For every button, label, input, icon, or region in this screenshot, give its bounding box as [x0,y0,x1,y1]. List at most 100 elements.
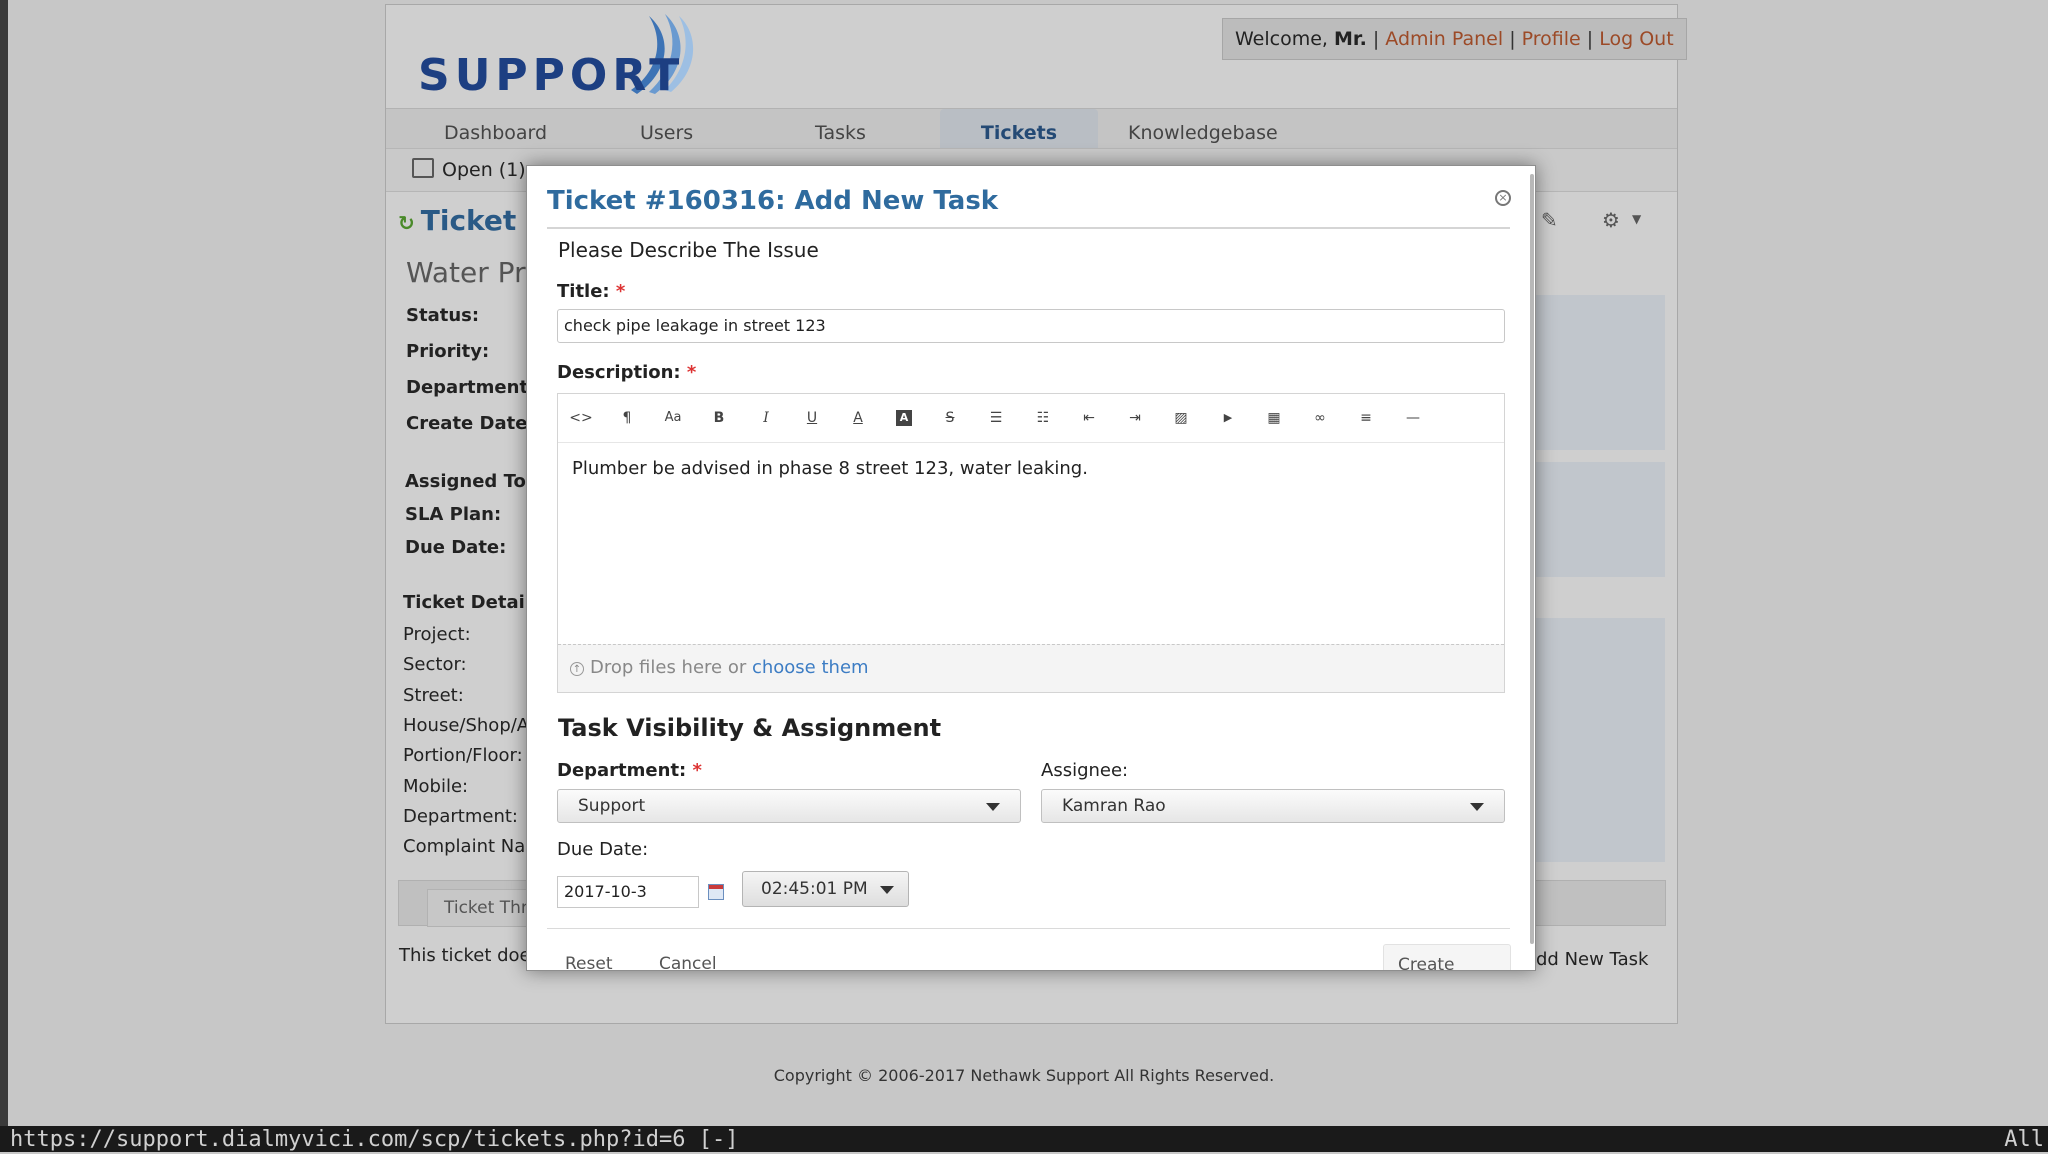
font-size-icon[interactable]: Aa [660,406,686,430]
tab-tickets[interactable]: Tickets [940,109,1098,149]
horizontal-rule-icon[interactable]: — [1400,406,1426,430]
editor-toolbar: <> ¶ Aa B I U A A S ☰ ☷ ⇤ ⇥ ▨ ▶ ▦ ∞ ≡ — [558,394,1504,443]
welcome-name: Mr. [1334,28,1367,50]
description-editor: <> ¶ Aa B I U A A S ☰ ☷ ⇤ ⇥ ▨ ▶ ▦ ∞ ≡ — … [557,393,1505,693]
due-date-label: Due Date: [405,537,507,558]
add-task-dialog: Ticket #160316: Add New Task × Please De… [526,165,1536,971]
gear-icon[interactable]: ⚙ [1602,208,1620,232]
link-icon[interactable]: ∞ [1307,406,1333,430]
cancel-button[interactable]: Cancel [645,944,731,970]
admin-panel-link[interactable]: Admin Panel [1385,28,1503,50]
create-task-button[interactable]: Create Task [1383,944,1511,970]
title-divider [547,227,1510,229]
tickets-icon [412,158,434,178]
house-label: House/Shop/A [403,715,530,736]
add-new-task-link[interactable]: dd New Task [1536,949,1648,970]
assignee-select[interactable]: Kamran Rao [1041,789,1505,823]
tab-dashboard[interactable]: Dashboard [444,109,547,149]
bold-icon[interactable]: B [706,406,732,430]
reset-button[interactable]: Reset [551,944,627,970]
profile-link[interactable]: Profile [1522,28,1581,50]
choose-files-link[interactable]: choose them [752,657,869,678]
footer-divider [547,928,1510,929]
ticket-details-heading: Ticket Details [403,592,542,613]
dialog-intro: Please Describe The Issue [558,238,819,262]
chevron-down-icon [986,803,1000,811]
project-label: Project: [403,624,471,645]
unordered-list-icon[interactable]: ☰ [983,406,1009,430]
edit-icon[interactable]: ✎ [1541,208,1558,232]
due-time-select[interactable]: 02:45:01 PM [742,871,909,907]
welcome-prefix: Welcome, [1235,28,1334,50]
open-tickets-label: Open (1) [442,159,526,181]
close-icon[interactable]: × [1495,190,1511,206]
font-color-icon[interactable]: A [845,406,871,430]
assignee-select-value: Kamran Rao [1062,796,1166,816]
calendar-icon[interactable] [708,884,724,900]
required-mark: * [615,281,626,302]
department-label: Department: [406,377,536,398]
strikethrough-icon[interactable]: S [937,406,963,430]
required-mark: * [686,362,697,383]
logout-link[interactable]: Log Out [1599,28,1673,50]
sla-plan-label: SLA Plan: [405,504,502,525]
description-label-text: Description: [557,362,681,383]
status-label: Status: [406,305,480,326]
priority-label: Priority: [406,341,490,362]
dialog-scrollbar[interactable] [1530,174,1534,944]
department-select-value: Support [578,796,646,816]
logo-text: SUPPORT [418,50,685,101]
background-color-icon[interactable]: A [896,410,912,426]
code-view-icon[interactable]: <> [568,406,594,430]
due-date-input[interactable]: 2017-10-3 [557,876,699,908]
portion-floor-label: Portion/Floor: [403,745,523,766]
drop-text: Drop files here or [590,657,752,678]
upload-icon: ↑ [570,662,584,676]
refresh-icon[interactable]: ↻ [398,211,415,235]
department-select[interactable]: Support [557,789,1021,823]
tab-tasks[interactable]: Tasks [815,109,866,149]
title-label-text: Title: [557,281,610,302]
tab-knowledgebase[interactable]: Knowledgebase [1128,109,1278,149]
assigned-to-label: Assigned To [405,471,526,492]
department-label-text: Department: [557,760,687,781]
file-dropzone[interactable]: ↑ Drop files here or choose them [558,644,1504,692]
required-mark: * [692,760,702,781]
due-time-value: 02:45:01 PM [761,879,868,899]
copyright: Copyright © 2006-2017 Nethawk Support Al… [773,1066,1275,1085]
description-label: Description: * [557,362,696,383]
chevron-down-icon [880,886,894,894]
section-title: Task Visibility & Assignment [558,714,942,742]
description-text[interactable]: Plumber be advised in phase 8 street 123… [572,458,1088,479]
align-icon[interactable]: ≡ [1353,406,1379,430]
welcome-box: Welcome, Mr. | Admin Panel | Profile | L… [1222,18,1687,60]
paragraph-icon[interactable]: ¶ [614,406,640,430]
outdent-icon[interactable]: ⇤ [1076,406,1102,430]
left-edge-strip [0,0,8,1152]
main-nav: Dashboard Users Tasks Tickets Knowledgeb… [386,108,1677,149]
status-bar: https://support.dialmyvici.com/scp/ticke… [0,1126,2048,1152]
title-input[interactable]: check pipe leakage in street 123 [557,309,1505,343]
dialog-title: Ticket #160316: Add New Task [547,186,999,216]
tab-users[interactable]: Users [640,109,693,149]
table-icon[interactable]: ▦ [1261,406,1287,430]
chevron-down-icon [1470,803,1484,811]
title-label: Title: * [557,281,625,302]
sector-label: Sector: [403,654,467,675]
separator: | [1586,28,1594,50]
image-icon[interactable]: ▨ [1168,406,1194,430]
video-icon[interactable]: ▶ [1215,406,1241,430]
underline-icon[interactable]: U [799,406,825,430]
ticket-note: This ticket doe [399,945,531,966]
department-field-label: Department: * [557,760,702,781]
assign-info-panel [1520,462,1665,577]
ordered-list-icon[interactable]: ☷ [1030,406,1056,430]
due-date-field-label: Due Date: [557,839,649,860]
welcome-separator: | [1366,28,1380,50]
street-label: Street: [403,685,464,706]
ticket-info-panel [1520,295,1665,450]
chevron-down-icon[interactable]: ▼ [1632,212,1641,226]
open-tickets-link[interactable]: Open (1) [412,158,526,181]
indent-icon[interactable]: ⇥ [1122,406,1148,430]
italic-icon[interactable]: I [753,406,779,430]
